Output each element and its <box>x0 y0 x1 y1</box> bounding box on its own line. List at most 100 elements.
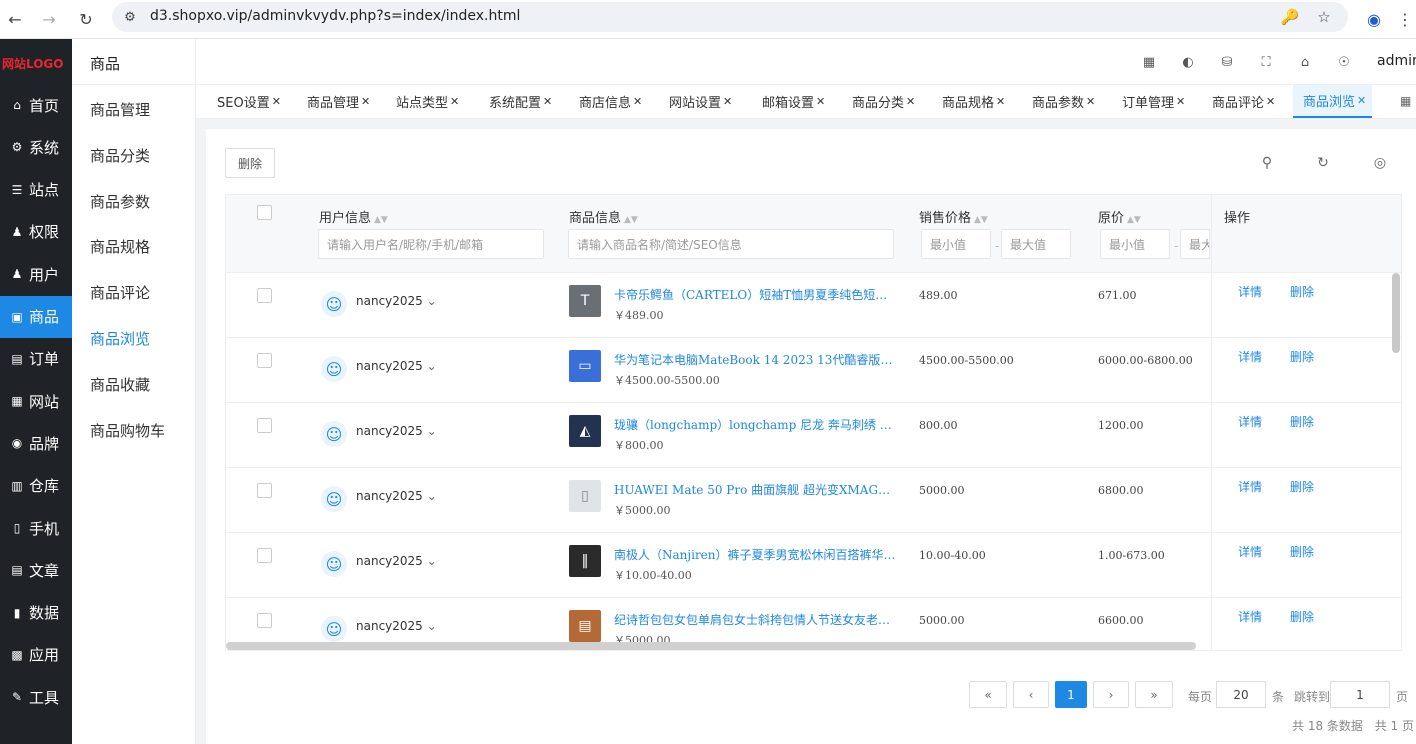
submenu-item-0[interactable]: 商品管理 <box>90 99 150 120</box>
chevron-down-icon[interactable]: ⌄ <box>423 424 437 438</box>
row-checkbox[interactable] <box>257 288 272 303</box>
goods-thumbnail[interactable]: ◭ <box>569 415 601 447</box>
chevron-down-icon[interactable]: ⌄ <box>423 619 437 633</box>
last-page-button[interactable]: » <box>1135 681 1173 708</box>
tab-12[interactable]: 商品浏览 ✕ <box>1293 85 1373 118</box>
url-text[interactable]: d3.shopxo.vip/adminvkvydv.php?s=index/in… <box>150 8 520 24</box>
goods-name-link[interactable]: 纪诗哲包包女包单肩包女士斜挎包情人节送女友老… <box>614 611 896 628</box>
refresh-icon[interactable]: ↻ <box>1315 155 1331 171</box>
translate-icon[interactable]: ▦ <box>1140 53 1158 71</box>
close-icon[interactable]: ✕ <box>906 95 915 108</box>
sort-icon[interactable]: ▲▼ <box>974 215 988 225</box>
goods-name-link[interactable]: HUAWEI Mate 50 Pro 曲面旗舰 超光变XMAGE影像… <box>614 481 896 498</box>
sort-icon[interactable]: ▲▼ <box>374 215 388 225</box>
goods-name-link[interactable]: 珑骧（longchamp）longchamp 尼龙 奔马刺绣 长柄… <box>614 416 896 433</box>
user-filter-input[interactable]: 请输入用户名/昵称/手机/邮箱 <box>318 229 544 259</box>
column-header-original-price[interactable]: 原价 ▲▼ <box>1098 207 1141 226</box>
sidebar-item-11[interactable]: ▤ 文章 <box>0 549 72 591</box>
home-icon[interactable]: ⌂ <box>1296 53 1314 71</box>
user-name[interactable]: nancy2025 ⌄ <box>356 489 437 503</box>
submenu-item-1[interactable]: 商品分类 <box>90 145 150 166</box>
star-icon[interactable]: ☆ <box>1314 7 1334 27</box>
first-page-button[interactable]: « <box>969 681 1007 708</box>
sidebar-item-8[interactable]: ◉ 品牌 <box>0 422 72 464</box>
chevron-down-icon[interactable]: ⌄ <box>423 554 437 568</box>
chevron-down-icon[interactable]: ⌄ <box>423 489 437 503</box>
sidebar-item-4[interactable]: ♟ 用户 <box>0 253 72 295</box>
sidebar-item-0[interactable]: ⌂ 首页 <box>0 84 72 126</box>
sidebar-item-7[interactable]: ▦ 网站 <box>0 380 72 422</box>
sidebar-item-13[interactable]: ▩ 应用 <box>0 634 72 676</box>
avatar[interactable]: ☺ <box>321 356 347 382</box>
sidebar-item-1[interactable]: ⚙ 系统 <box>0 126 72 168</box>
user-name[interactable]: nancy2025 ⌄ <box>356 619 437 633</box>
close-icon[interactable]: ✕ <box>633 95 642 108</box>
column-header-goods[interactable]: 商品信息 ▲▼ <box>569 207 638 226</box>
sidebar-item-2[interactable]: ☰ 站点 <box>0 169 72 211</box>
submenu-item-7[interactable]: 商品购物车 <box>90 420 165 441</box>
tab-6[interactable]: 邮箱设置 ✕ <box>762 85 825 118</box>
per-page-input[interactable]: 20 <box>1216 681 1266 708</box>
submenu-item-4[interactable]: 商品评论 <box>90 282 150 303</box>
vertical-scrollbar[interactable] <box>1392 273 1400 353</box>
tab-4[interactable]: 商店信息 ✕ <box>579 85 642 118</box>
original-price-min-input[interactable]: 最小值 <box>1100 229 1170 259</box>
arrow-right-icon[interactable]: → <box>37 7 61 31</box>
column-settings-icon[interactable]: ◎ <box>1372 155 1388 171</box>
sale-price-max-input[interactable]: 最大值 <box>1001 229 1071 259</box>
tab-9[interactable]: 商品参数 ✕ <box>1032 85 1095 118</box>
row-checkbox[interactable] <box>257 548 272 563</box>
close-icon[interactable]: ✕ <box>816 95 825 108</box>
submenu-item-3[interactable]: 商品规格 <box>90 236 150 257</box>
user-name[interactable]: nancy2025 ⌄ <box>356 294 437 308</box>
clear-cache-icon[interactable]: ⛁ <box>1218 53 1236 71</box>
chevron-down-icon[interactable]: ⌄ <box>423 359 437 373</box>
close-icon[interactable]: ✕ <box>723 95 732 108</box>
row-checkbox[interactable] <box>257 418 272 433</box>
submenu-item-6[interactable]: 商品收藏 <box>90 374 150 395</box>
palette-icon[interactable]: ◐ <box>1179 53 1197 71</box>
site-settings-icon[interactable]: ⚙ <box>120 7 140 27</box>
column-header-user[interactable]: 用户信息 ▲▼ <box>319 207 388 226</box>
goods-name-link[interactable]: 卡帝乐鳄鱼（CARTELO）短袖T恤男夏季纯色短袖… <box>614 286 896 303</box>
tab-8[interactable]: 商品规格 ✕ <box>942 85 1005 118</box>
chevron-down-icon[interactable]: ⌄ <box>423 294 437 308</box>
tabs-more-icon[interactable]: ▦ <box>1400 94 1411 108</box>
submenu-item-5[interactable]: 商品浏览 <box>90 328 150 349</box>
goods-thumbnail[interactable]: ‖ <box>569 545 601 577</box>
close-icon[interactable]: ✕ <box>1357 94 1366 107</box>
sale-price-min-input[interactable]: 最小值 <box>921 229 991 259</box>
user-name[interactable]: nancy2025 ⌄ <box>356 424 437 438</box>
submenu-item-2[interactable]: 商品参数 <box>90 191 150 212</box>
avatar[interactable]: ☺ <box>321 291 347 317</box>
fullscreen-icon[interactable]: ⛶ <box>1257 53 1275 71</box>
row-checkbox[interactable] <box>257 483 272 498</box>
search-icon[interactable]: ⚲ <box>1259 155 1275 171</box>
tab-7[interactable]: 商品分类 ✕ <box>852 85 915 118</box>
row-checkbox[interactable] <box>257 613 272 628</box>
original-price-max-input[interactable]: 最大 <box>1180 229 1210 259</box>
close-icon[interactable]: ✕ <box>543 95 552 108</box>
address-bar[interactable]: ⚙ d3.shopxo.vip/adminvkvydv.php?s=index/… <box>112 2 1348 32</box>
close-icon[interactable]: ✕ <box>996 95 1005 108</box>
sidebar-item-3[interactable]: ♟ 权限 <box>0 211 72 253</box>
close-icon[interactable]: ✕ <box>1086 95 1095 108</box>
profile-icon[interactable]: ◉ <box>1362 7 1386 31</box>
goods-thumbnail[interactable]: ▤ <box>569 610 601 642</box>
arrow-left-icon[interactable]: ← <box>3 7 27 31</box>
avatar[interactable]: ☺ <box>321 551 347 577</box>
user-name[interactable]: nancy2025 ⌄ <box>356 359 437 373</box>
jump-page-input[interactable]: 1 <box>1330 681 1390 708</box>
sidebar-item-14[interactable]: ✎ 工具 <box>0 676 72 718</box>
select-all-checkbox[interactable] <box>257 205 272 220</box>
prev-page-button[interactable]: ‹ <box>1013 681 1049 708</box>
avatar[interactable]: ☺ <box>321 421 347 447</box>
tab-2[interactable]: 站点类型 ✕ <box>396 85 459 118</box>
goods-name-link[interactable]: 南极人（Nanjiren）裤子夏季男宽松休闲百搭裤华… <box>614 546 896 563</box>
page-1-button[interactable]: 1 <box>1055 681 1087 708</box>
avatar[interactable]: ☺ <box>321 616 347 642</box>
tab-1[interactable]: 商品管理 ✕ <box>307 85 370 118</box>
sidebar-item-12[interactable]: ▮ 数据 <box>0 592 72 634</box>
tab-0[interactable]: SEO设置 ✕ <box>217 85 281 118</box>
menu-icon[interactable]: ⋮ <box>1393 7 1416 31</box>
